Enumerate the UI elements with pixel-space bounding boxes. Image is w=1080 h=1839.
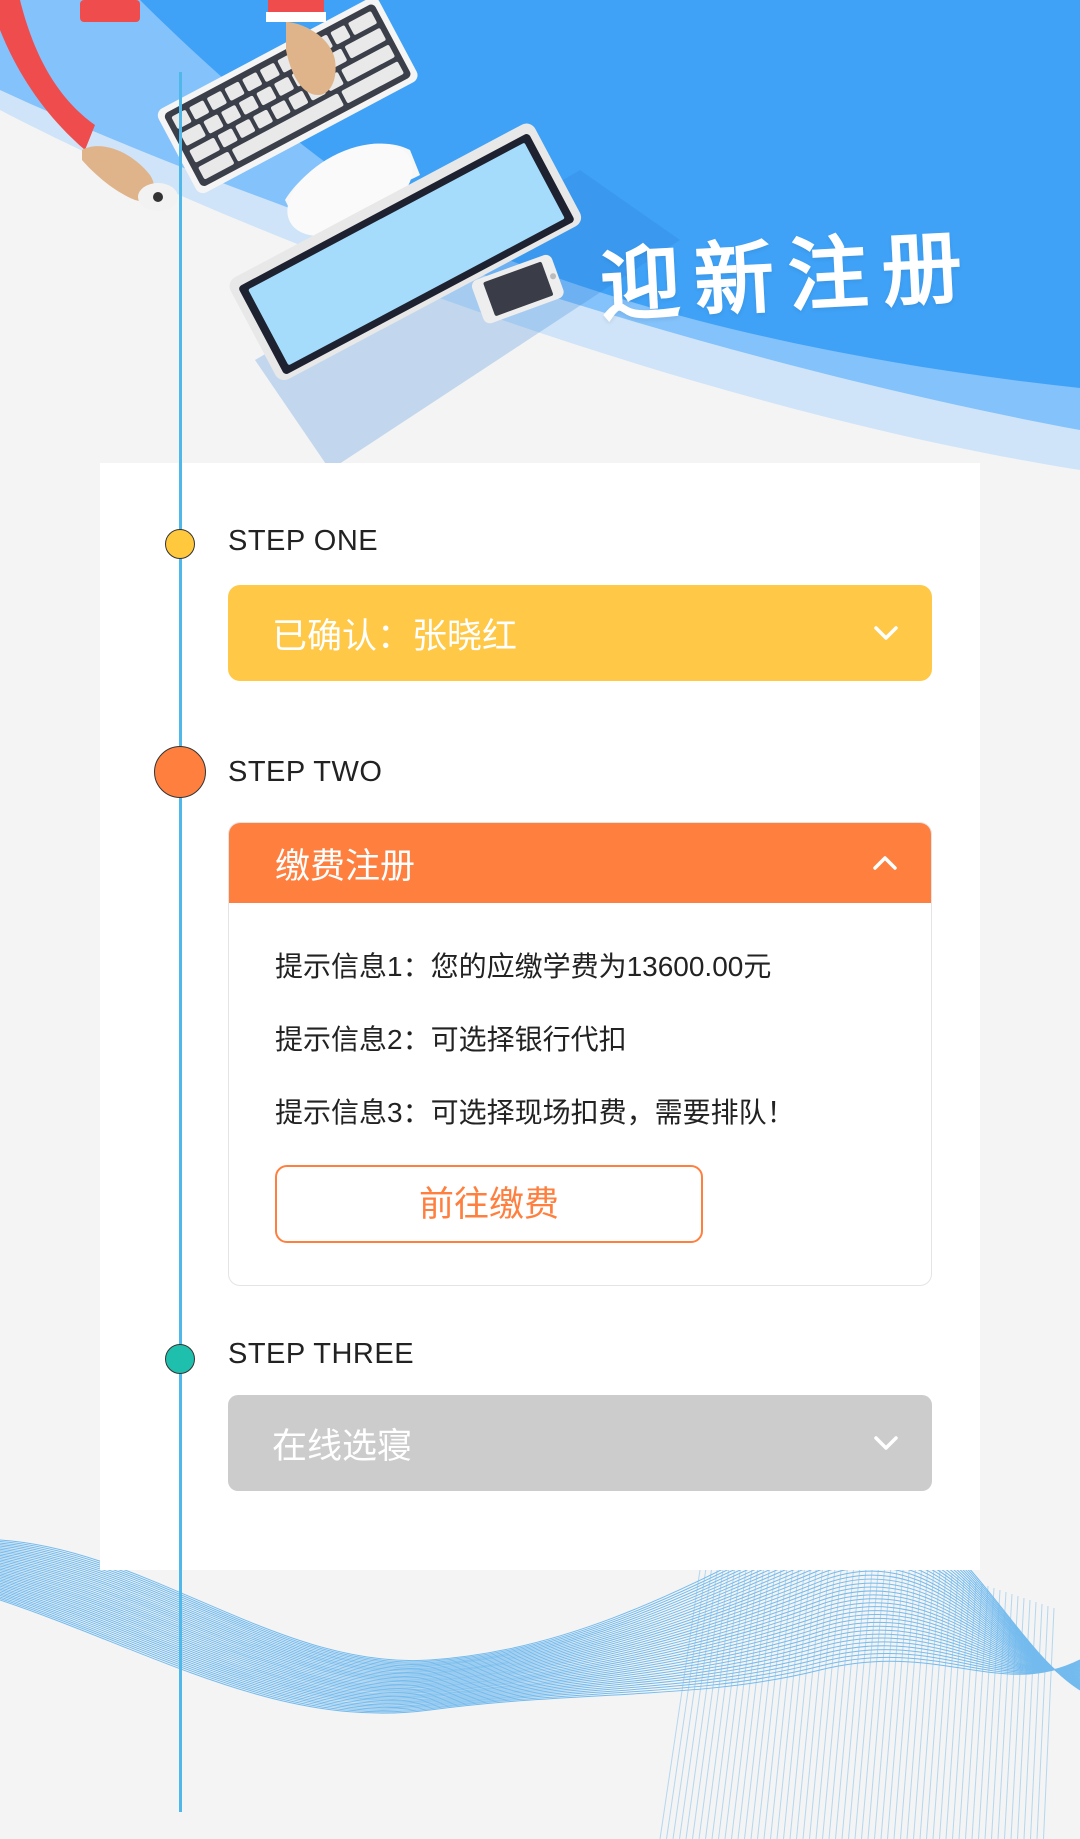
panel-step-one-header[interactable]: 已确认：张晓红 [228, 585, 932, 681]
panel-step-two-header[interactable]: 缴费注册 [229, 823, 931, 903]
step-two-marker [154, 746, 206, 798]
header-banner: 迎新注册 [0, 0, 1080, 500]
step-three-label: STEP THREE [228, 1338, 415, 1370]
go-pay-button[interactable]: 前往缴费 [275, 1165, 703, 1243]
panel-step-three-header[interactable]: 在线选寝 [228, 1395, 932, 1491]
step-two-label: STEP TWO [228, 756, 383, 788]
step-three-marker [165, 1344, 195, 1374]
panel-step-two: 缴费注册 提示信息1：您的应缴学费为13600.00元 提示信息2：可选择银行代… [228, 822, 932, 1286]
panel-step-one-title: 已确认：张晓红 [272, 616, 518, 656]
info-line-1: 提示信息1：您的应缴学费为13600.00元 [275, 951, 772, 982]
panel-step-one: 已确认：张晓红 [228, 585, 932, 681]
step-one-marker [165, 529, 195, 559]
chevron-down-icon[interactable] [870, 1427, 902, 1459]
info-line-2: 提示信息2：可选择银行代扣 [275, 1024, 627, 1055]
chevron-up-icon[interactable] [869, 847, 901, 879]
chevron-down-icon[interactable] [870, 617, 902, 649]
step-one-label: STEP ONE [228, 525, 379, 557]
timeline-line [179, 72, 182, 1812]
panel-step-three: 在线选寝 [228, 1395, 932, 1491]
banner-title: 迎新注册 [597, 220, 979, 333]
info-line-3: 提示信息3：可选择现场扣费，需要排队！ [275, 1097, 795, 1128]
panel-step-three-title: 在线选寝 [272, 1426, 413, 1466]
panel-step-two-title: 缴费注册 [275, 846, 416, 886]
